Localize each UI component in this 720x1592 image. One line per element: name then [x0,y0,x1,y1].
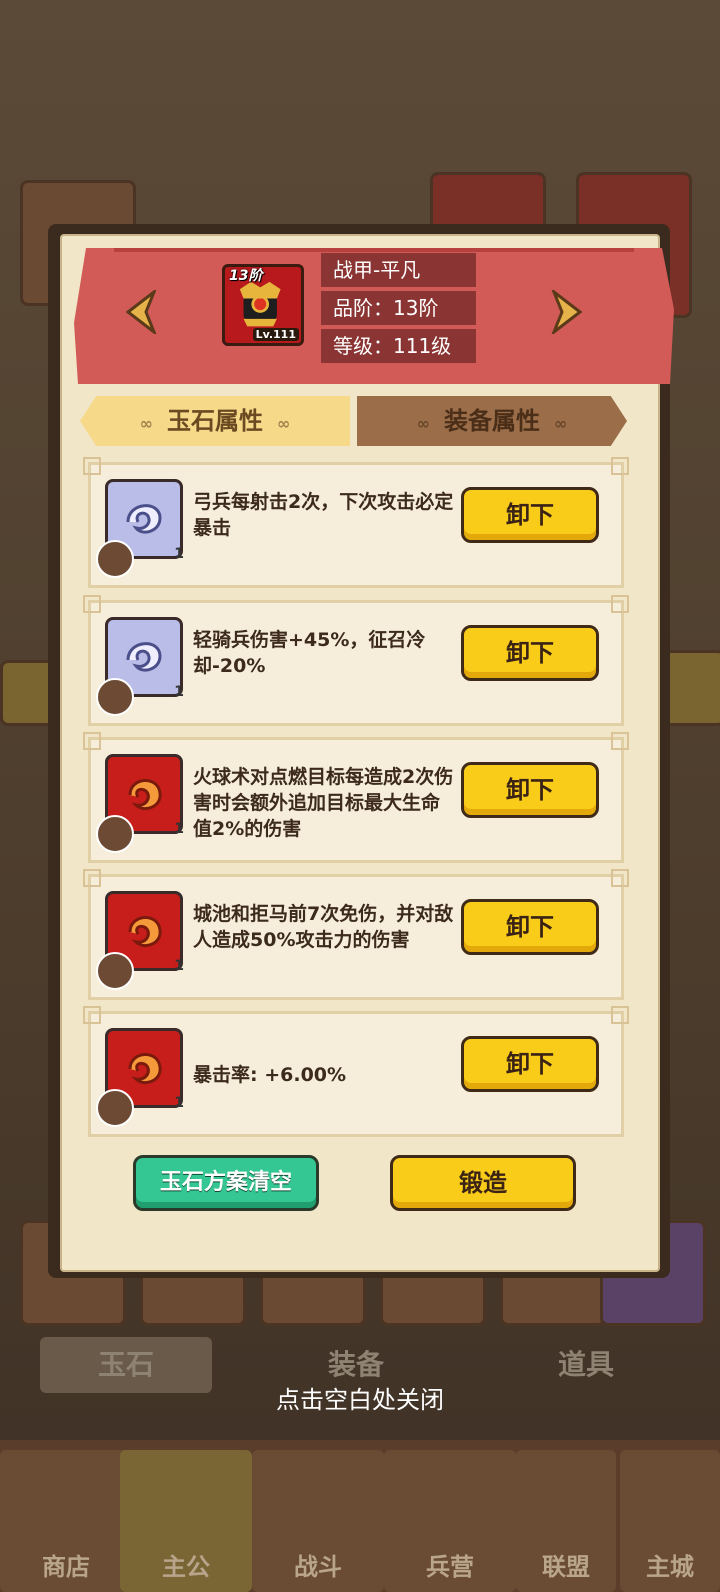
ornament-icon: ∞ [416,414,430,433]
jade-gem: 1 [96,1028,184,1127]
jade-description: 城池和拒马前7次免伤，并对敌人造成50%攻击力的伤害 [193,903,454,951]
dragon-jade-icon [126,504,162,534]
nav-battle: 战斗 [252,1450,384,1592]
jade-description: 弓兵每射击2次，下次攻击必定暴击 [193,491,454,539]
jade-description: 火球术对点燃目标每造成2次伤害时会额外追加目标最大生命值2%的伤害 [193,766,454,840]
jade-row: 1 城池和拒马前7次免伤，并对敌人造成50%攻击力的伤害 卸下 [83,869,629,1000]
boar-icon [96,678,134,716]
boar-icon [96,952,134,990]
ornament-icon: ∞ [277,414,291,433]
jade-row: 1 轻骑兵伤害+45%，征召冷却-20% 卸下 [83,595,629,726]
nav-city: 主城 [620,1450,720,1592]
jade-gem: 1 [96,479,184,578]
nav-shop: 商店 [0,1450,132,1592]
swirl-jade-icon [128,916,162,947]
swirl-jade-icon [128,779,162,810]
level-badge: Lv.111 [252,328,299,341]
unequip-button[interactable]: 卸下 [461,487,599,543]
nav-barracks: 兵营 [384,1450,516,1592]
prev-arrow-button[interactable] [124,287,158,337]
jade-count: 1 [174,1095,184,1111]
jade-row: 1 火球术对点燃目标每造成2次伤害时会额外追加目标最大生命值2%的伤害 卸下 [83,732,629,863]
equipment-grade: 品阶：13阶 [321,291,476,325]
boar-icon [96,540,134,578]
jade-count: 1 [174,958,184,974]
tab-equipment-attributes[interactable]: ∞ 装备属性 ∞ [357,396,627,446]
close-hint[interactable]: 点击空白处关闭 [0,1380,720,1415]
jade-gem: 1 [96,891,184,990]
jade-gem: 1 [96,617,184,716]
tab-jade-attributes[interactable]: ∞ 玉石属性 ∞ [80,396,350,446]
jade-description: 暴击率: +6.00% [193,1064,347,1086]
unequip-button[interactable]: 卸下 [461,899,599,955]
nav-alliance: 联盟 [516,1450,616,1592]
swirl-jade-icon [128,1053,162,1084]
equipment-icon: 13阶 Lv.111 [222,264,304,346]
equipment-name: 战甲-平凡 [321,253,476,287]
equipment-level: 等级：111级 [321,329,476,363]
ornament-icon: ∞ [139,414,153,433]
forge-button[interactable]: 锻造 [390,1155,576,1211]
jade-gem: 1 [96,754,184,853]
jade-row: 1 弓兵每射击2次，下次攻击必定暴击 卸下 [83,457,629,588]
jade-count: 1 [174,546,184,562]
jade-row: 1 暴击率: +6.00% 卸下 [83,1006,629,1137]
tier-badge: 13阶 [229,268,263,284]
dragon-jade-icon [126,642,162,672]
next-arrow-button[interactable] [550,287,584,337]
jade-count: 1 [174,821,184,837]
ornament-icon: ∞ [554,414,568,433]
clear-jade-plan-button[interactable]: 玉石方案清空 [133,1155,319,1211]
boar-icon [96,815,134,853]
jade-description: 轻骑兵伤害+45%，征召冷却-20% [193,629,426,677]
jade-count: 1 [174,684,184,700]
boar-icon [96,1089,134,1127]
unequip-button[interactable]: 卸下 [461,762,599,818]
nav-lord: 主公 [120,1450,252,1592]
unequip-button[interactable]: 卸下 [461,625,599,681]
unequip-button[interactable]: 卸下 [461,1036,599,1092]
